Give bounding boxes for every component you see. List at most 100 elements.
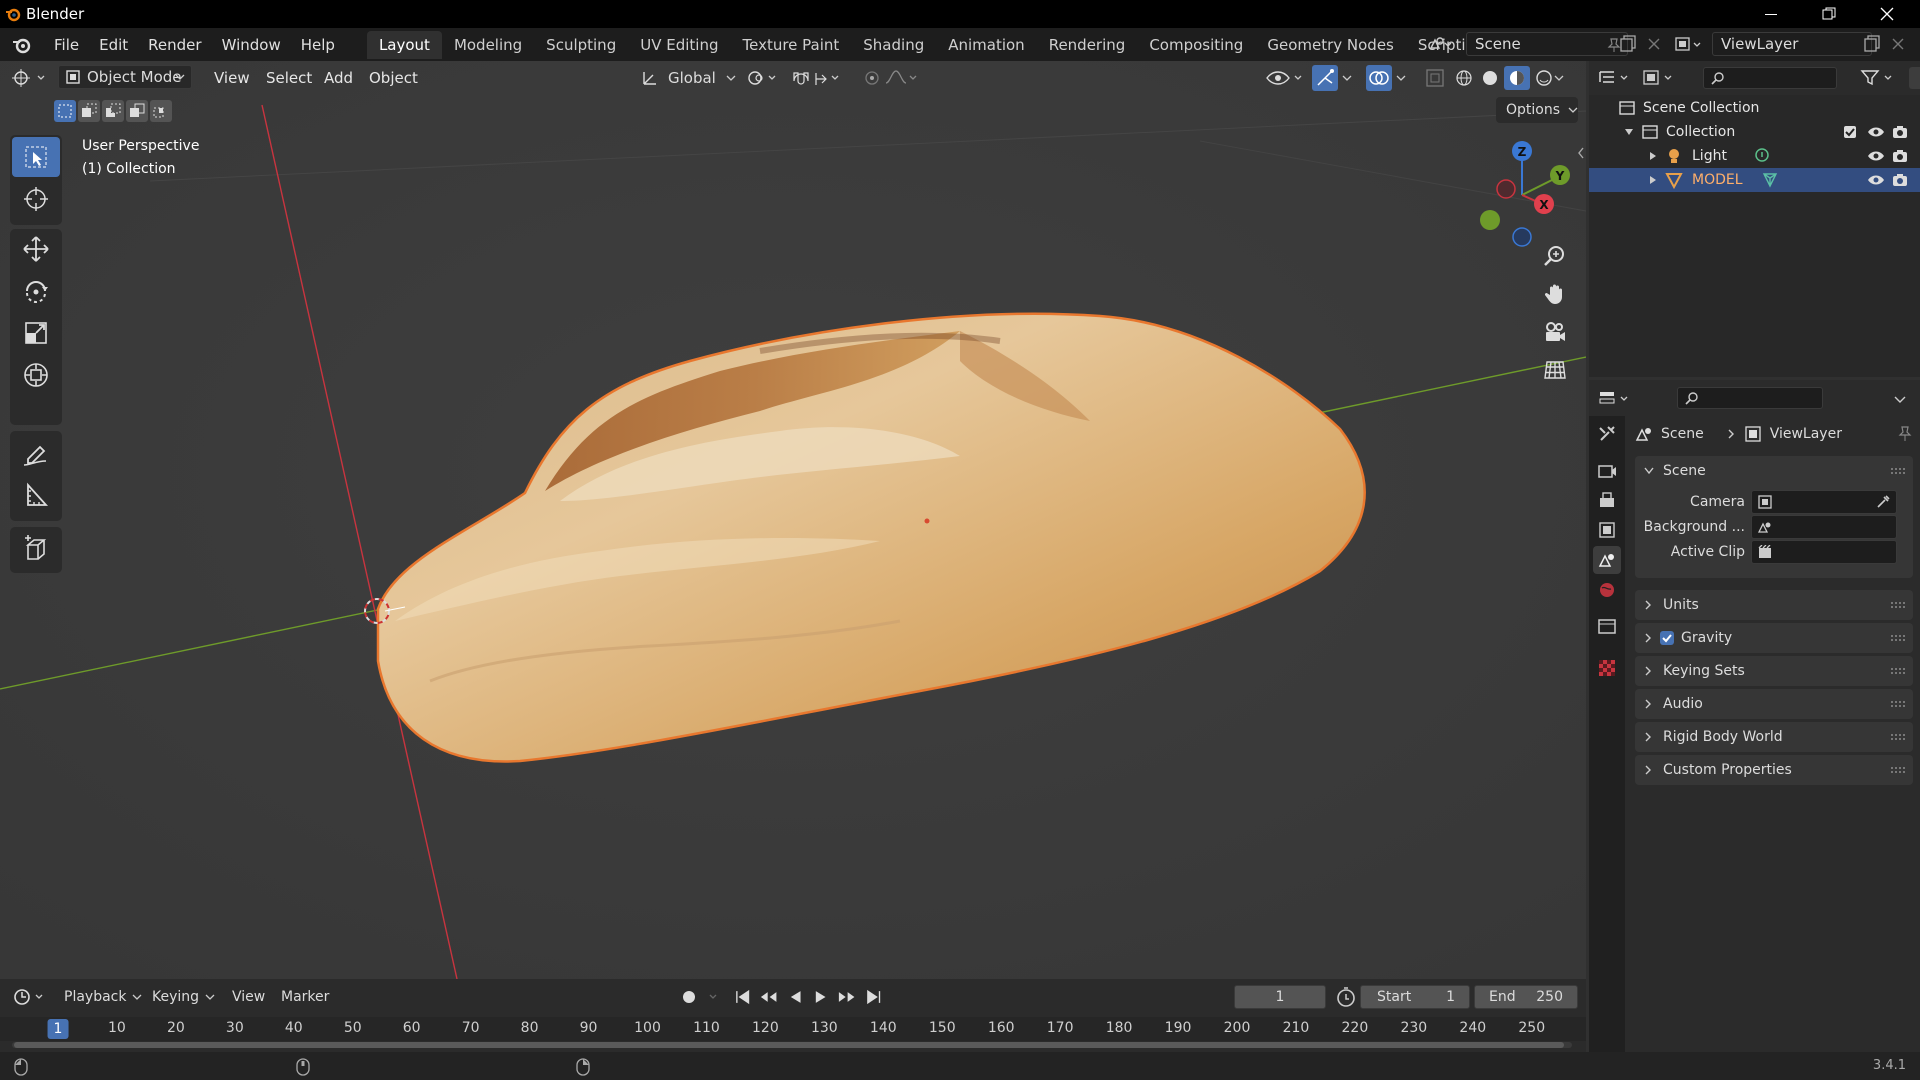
tab-texture-paint[interactable]: Texture Paint — [730, 31, 851, 59]
transform-orientation-dropdown[interactable]: Global — [640, 65, 736, 91]
frame-ruler[interactable]: 1 10 20 30 40 50 60 70 80 90 100 110 120 130 140 150 160… — [0, 1017, 1586, 1041]
select-intersect-button[interactable] — [150, 100, 172, 122]
tab-world[interactable] — [1593, 576, 1621, 604]
cursor-tool[interactable] — [12, 179, 60, 219]
preview-range-button[interactable] — [1334, 985, 1358, 1009]
disclosure-right-icon[interactable] — [1647, 174, 1659, 186]
3d-viewport[interactable]: Object Mode View Select Add Object Globa… — [0, 61, 1586, 979]
outliner-row-scene-collection[interactable]: Scene Collection — [1589, 96, 1920, 120]
shading-options-button[interactable] — [1552, 67, 1568, 89]
tab-texture[interactable] — [1593, 654, 1621, 682]
tab-uv-editing[interactable]: UV Editing — [628, 31, 730, 59]
drag-handle-icon[interactable] — [1891, 734, 1905, 740]
eyedropper-icon[interactable] — [1876, 495, 1890, 509]
menu-help[interactable]: Help — [291, 32, 345, 58]
timeline-view-menu[interactable]: View — [232, 989, 265, 1005]
timeline-editor-type-button[interactable] — [12, 986, 50, 1008]
drag-handle-icon[interactable] — [1891, 668, 1905, 674]
tab-geometry-nodes[interactable]: Geometry Nodes — [1255, 31, 1406, 59]
viewport-menu-select[interactable]: Select — [258, 65, 320, 91]
tab-view-layer[interactable] — [1593, 516, 1621, 544]
select-subtract-button[interactable] — [102, 100, 124, 122]
measure-tool[interactable] — [12, 475, 60, 515]
gizmo-neg-z[interactable] — [1512, 227, 1532, 247]
sidebar-toggle[interactable] — [1576, 146, 1586, 160]
play-icon[interactable] — [810, 986, 831, 1008]
rigid-body-world-panel[interactable]: Rigid Body World — [1635, 722, 1913, 752]
scene-name-field[interactable]: Scene — [1466, 32, 1628, 56]
snap-button[interactable] — [790, 67, 846, 89]
marker-menu[interactable]: Marker — [281, 989, 329, 1005]
new-scene-button[interactable] — [1618, 34, 1638, 54]
navigation-gizmo[interactable]: Z Y X — [1470, 137, 1580, 247]
camera-field[interactable] — [1751, 490, 1897, 514]
checkbox-checked-icon[interactable] — [1843, 125, 1857, 139]
blender-menu-button[interactable] — [0, 28, 44, 61]
menu-window[interactable]: Window — [212, 32, 291, 58]
gizmo-neg-x[interactable] — [1496, 179, 1516, 199]
current-frame-field[interactable]: 1 — [1234, 985, 1326, 1009]
tab-animation[interactable]: Animation — [936, 31, 1036, 59]
rotate-tool[interactable] — [12, 271, 60, 311]
drag-handle-icon[interactable] — [1891, 635, 1905, 641]
disclosure-down-icon[interactable] — [1623, 126, 1635, 138]
tab-rendering[interactable]: Rendering — [1037, 31, 1138, 59]
tab-compositing[interactable]: Compositing — [1137, 31, 1255, 59]
menu-render[interactable]: Render — [138, 32, 211, 58]
gizmo-options-button[interactable] — [1340, 67, 1356, 89]
menu-edit[interactable]: Edit — [89, 32, 138, 58]
record-button[interactable] — [674, 985, 722, 1009]
outliner-row-collection[interactable]: Collection — [1589, 120, 1920, 144]
scrollbar-thumb[interactable] — [14, 1042, 1564, 1048]
eye-icon[interactable] — [1867, 149, 1885, 163]
camera-render-icon[interactable] — [1892, 148, 1908, 164]
custom-properties-panel[interactable]: Custom Properties — [1635, 755, 1913, 785]
units-panel[interactable]: Units — [1635, 590, 1913, 620]
delete-scene-button[interactable] — [1644, 34, 1664, 54]
tab-output[interactable] — [1593, 486, 1621, 514]
pivot-point-button[interactable] — [745, 67, 781, 89]
viewport-menu-object[interactable]: Object — [361, 65, 426, 91]
tab-collection[interactable] — [1593, 612, 1621, 640]
tab-scene[interactable] — [1593, 546, 1621, 574]
zoom-button[interactable] — [1538, 239, 1572, 273]
wireframe-shading-button[interactable] — [1452, 66, 1476, 90]
select-new-button[interactable] — [54, 100, 76, 122]
active-clip-field[interactable] — [1751, 540, 1897, 564]
outliner-row-light[interactable]: Light — [1589, 144, 1920, 168]
xray-toggle-button[interactable] — [1424, 67, 1446, 89]
tab-modeling[interactable]: Modeling — [442, 31, 534, 59]
close-button[interactable] — [1858, 0, 1916, 28]
background-scene-field[interactable] — [1751, 515, 1897, 539]
select-invert-button[interactable] — [126, 100, 148, 122]
move-tool[interactable] — [12, 229, 60, 269]
material-preview-shading-button[interactable] — [1504, 66, 1530, 90]
options-dropdown[interactable]: Options — [1496, 97, 1578, 123]
eye-icon[interactable] — [1867, 125, 1885, 139]
proportional-edit-button[interactable] — [860, 67, 920, 89]
prev-keyframe-icon[interactable] — [757, 986, 780, 1008]
tab-sculpting[interactable]: Sculpting — [534, 31, 628, 59]
outliner-row-model[interactable]: MODEL — [1589, 168, 1920, 192]
visibility-button[interactable] — [1265, 67, 1305, 89]
display-mode-button[interactable] — [1641, 67, 1679, 89]
perspective-toggle-button[interactable] — [1538, 353, 1572, 387]
select-extend-button[interactable] — [78, 100, 100, 122]
audio-panel[interactable]: Audio — [1635, 689, 1913, 719]
scale-tool[interactable] — [12, 313, 60, 353]
properties-options-button[interactable] — [1889, 388, 1911, 410]
camera-render-icon[interactable] — [1892, 172, 1908, 188]
gravity-panel[interactable]: Gravity — [1635, 623, 1913, 653]
properties-editor-type-button[interactable] — [1597, 388, 1635, 410]
viewport-menu-view[interactable]: View — [206, 65, 258, 91]
disclosure-right-icon[interactable] — [1647, 150, 1659, 162]
drag-handle-icon[interactable] — [1891, 468, 1905, 474]
new-collection-button[interactable] — [1909, 67, 1920, 89]
start-frame-field[interactable]: Start 1 — [1360, 985, 1470, 1009]
tab-render[interactable] — [1593, 456, 1621, 484]
annotate-tool[interactable] — [12, 433, 60, 473]
camera-view-button[interactable] — [1538, 315, 1572, 349]
menu-file[interactable]: File — [44, 32, 89, 58]
eye-icon[interactable] — [1867, 173, 1885, 187]
mode-dropdown[interactable]: Object Mode — [58, 65, 192, 89]
